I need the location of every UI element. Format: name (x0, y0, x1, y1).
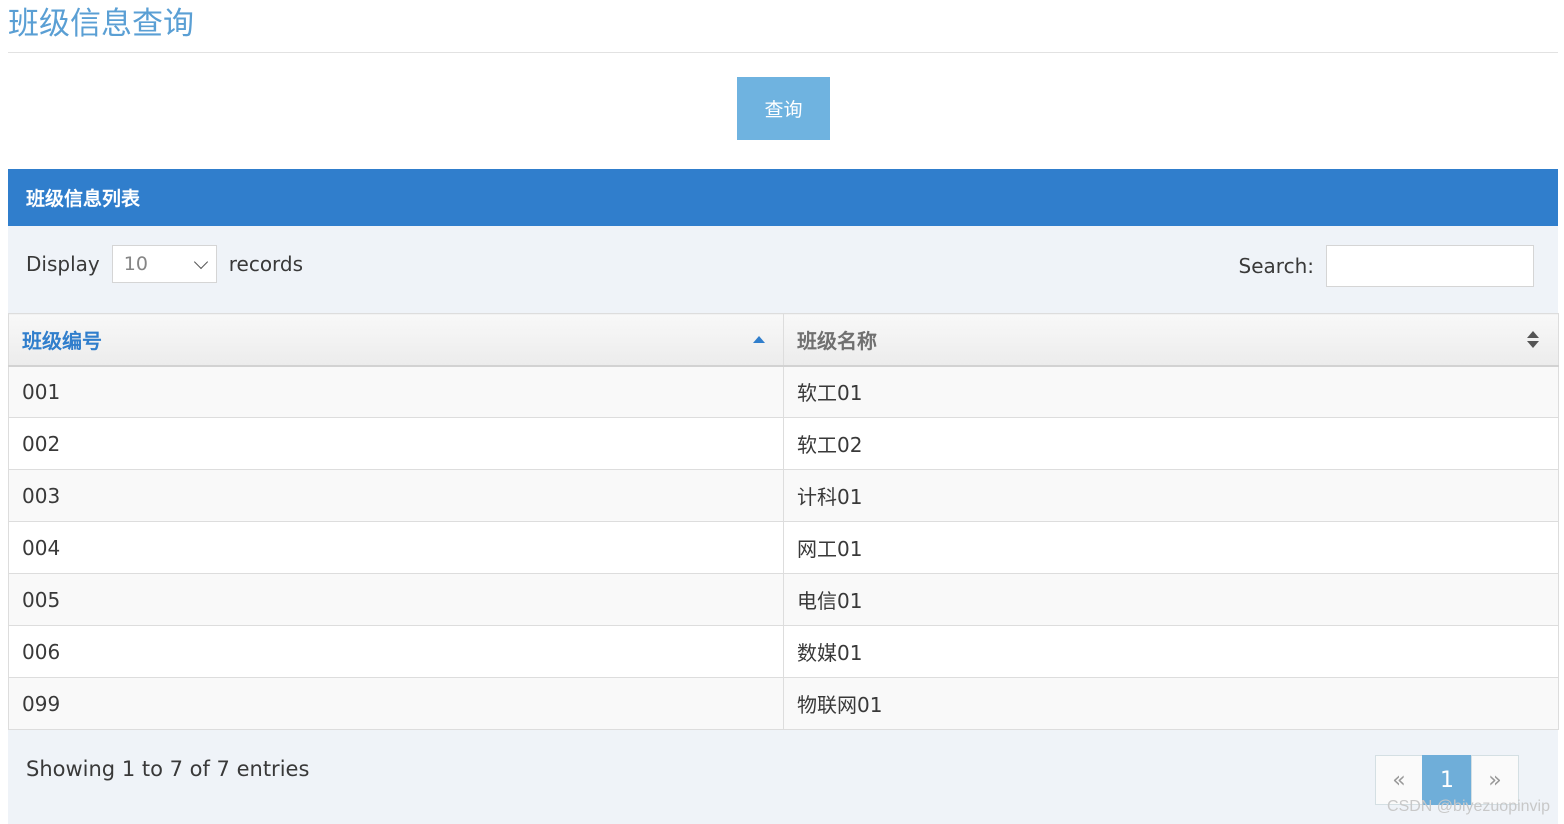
class-id-cell: 001 (8, 365, 784, 418)
table-row: 006 数媒01 (8, 625, 1559, 678)
column-header-class-name[interactable]: 班级名称 (783, 313, 1559, 367)
column-header-label: 班级名称 (797, 328, 877, 353)
title-divider (8, 52, 1558, 53)
class-id-cell: 099 (8, 677, 784, 730)
class-name-cell: 软工02 (783, 417, 1559, 470)
search-control: Search: (1239, 245, 1534, 287)
class-id-cell: 002 (8, 417, 784, 470)
column-header-class-id[interactable]: 班级编号 (8, 313, 784, 367)
class-id-cell: 005 (8, 573, 784, 626)
table-row: 002 软工02 (8, 417, 1559, 470)
class-name-cell: 数媒01 (783, 625, 1559, 678)
class-name-cell: 电信01 (783, 573, 1559, 626)
table-row: 099 物联网01 (8, 677, 1559, 730)
table-row: 004 网工01 (8, 521, 1559, 574)
table-row: 003 计科01 (8, 469, 1559, 522)
sort-ascending-icon (753, 336, 765, 343)
class-name-cell: 物联网01 (783, 677, 1559, 730)
class-id-cell: 004 (8, 521, 784, 574)
length-control: Display 10 records (26, 245, 303, 283)
sort-both-icon (1527, 331, 1539, 348)
length-suffix-label: records (228, 252, 304, 276)
widget-header: 班级信息列表 (8, 169, 1558, 226)
class-id-cell: 003 (8, 469, 784, 522)
table-row: 005 电信01 (8, 573, 1559, 626)
records-per-page-value: 10 (123, 253, 148, 275)
table-row: 001 软工01 (8, 365, 1559, 418)
class-list-widget: 班级信息列表 Display 10 records Search: 班级编号 班… (8, 169, 1559, 824)
query-button[interactable]: 查询 (737, 77, 830, 140)
length-prefix-label: Display (26, 252, 100, 276)
class-id-cell: 006 (8, 625, 784, 678)
class-name-cell: 计科01 (783, 469, 1559, 522)
class-table: 班级编号 班级名称 001 软工01 002 软工02 003 计科01 004… (8, 313, 1559, 730)
watermark: CSDN @biyezuopinvip (1387, 798, 1550, 815)
records-per-page-select[interactable]: 10 (111, 245, 217, 283)
class-name-cell: 软工01 (783, 365, 1559, 418)
table-info: Showing 1 to 7 of 7 entries (26, 757, 310, 781)
search-input[interactable] (1326, 245, 1534, 287)
chevron-down-icon (193, 254, 208, 269)
class-name-cell: 网工01 (783, 521, 1559, 574)
search-label: Search: (1238, 254, 1314, 278)
column-header-label: 班级编号 (22, 328, 102, 353)
page-title: 班级信息查询 (8, 6, 194, 42)
